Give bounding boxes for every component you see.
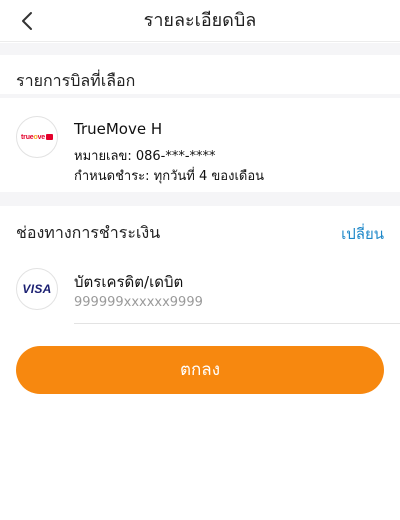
visa-logo: VISA (16, 268, 58, 310)
bill-due-date: กำหนดชำระ: ทุกวันที่ 4 ของเดือน (74, 169, 265, 184)
card-number: 999999xxxxxx9999 (74, 295, 203, 310)
payment-section-title: ช่องทางการชำระเงิน (16, 223, 161, 242)
truemove-h-logo: trueove (16, 116, 58, 158)
bill-section-title: รายการบิลที่เลือก (16, 71, 136, 90)
section-separator (0, 192, 400, 206)
bill-details-screen: รายละเอียดบิล รายการบิลที่เลือก trueove … (0, 0, 400, 520)
section-separator (0, 43, 400, 55)
bill-provider-name: TrueMove H (74, 120, 163, 138)
confirm-button[interactable]: ตกลง (16, 346, 384, 394)
divider (74, 323, 400, 324)
page-title: รายละเอียดบิล (143, 10, 257, 31)
payment-method-label[interactable]: บัตรเครดิต/เดบิต (74, 270, 183, 294)
bill-phone-number: หมายเลข: 086-***-**** (74, 149, 216, 164)
top-bar: รายละเอียดบิล (0, 0, 400, 42)
payment-section-header: ช่องทางการชำระเงิน เปลี่ยน (0, 206, 400, 256)
bill-item-card: trueove TrueMove H หมายเลข: 086-***-****… (0, 98, 400, 192)
change-payment-link[interactable]: เปลี่ยน (341, 222, 384, 246)
